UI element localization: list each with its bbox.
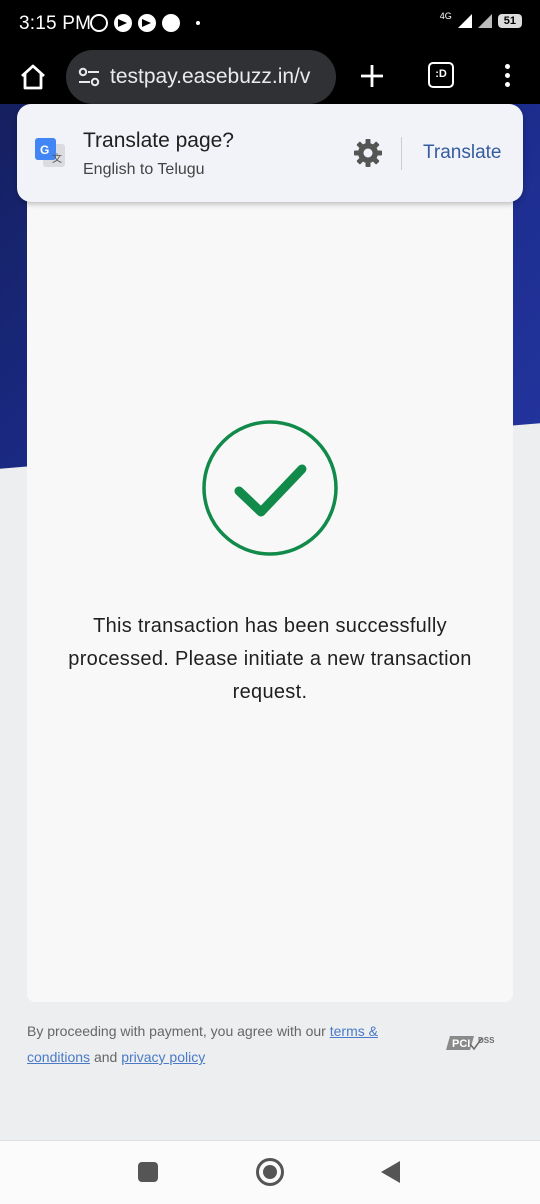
- svg-text:PCI: PCI: [452, 1038, 470, 1050]
- signal-icon-2: [477, 14, 492, 28]
- battery-icon: 51: [497, 14, 522, 28]
- translate-popup: G 文 Translate page? English to Telugu Tr…: [17, 104, 523, 202]
- back-icon[interactable]: [381, 1161, 400, 1183]
- success-message: This transaction has been successfully p…: [68, 615, 472, 703]
- address-bar[interactable]: testpay.easebuzz.in/v: [66, 50, 336, 104]
- status-right: 4G 51: [439, 11, 522, 28]
- google-translate-icon: G 文: [35, 138, 65, 167]
- signal-icon: [457, 14, 472, 28]
- browser-toolbar: testpay.easebuzz.in/v :D: [0, 50, 540, 104]
- url-text: testpay.easebuzz.in/v: [110, 65, 311, 88]
- gear-icon[interactable]: [353, 138, 383, 168]
- network-type: 4G: [439, 11, 452, 21]
- consent-footer: By proceeding with payment, you agree wi…: [27, 1018, 427, 1070]
- svg-text:文: 文: [52, 152, 62, 165]
- system-navigation-bar: [0, 1140, 540, 1204]
- translate-languages[interactable]: English to Telugu: [83, 161, 205, 179]
- success-check-icon: [202, 420, 338, 556]
- telegram-icon: [114, 14, 132, 32]
- pci-dss-logo: PCI DSS: [446, 1036, 495, 1051]
- home-icon[interactable]: [18, 62, 48, 92]
- divider: [401, 137, 402, 170]
- status-bar: 3:15 PM 4G 51: [0, 0, 540, 50]
- tab-switcher-button[interactable]: :D: [428, 62, 454, 88]
- status-time: 3:15 PM: [19, 13, 92, 34]
- alarm-icon: [90, 14, 108, 32]
- svg-text:G: G: [40, 143, 49, 157]
- recent-apps-icon[interactable]: [138, 1162, 158, 1182]
- overflow-menu-icon[interactable]: [500, 64, 514, 90]
- site-settings-icon[interactable]: [78, 67, 100, 87]
- new-tab-icon[interactable]: [358, 62, 386, 90]
- result-card: This transaction has been successfully p…: [27, 170, 513, 1002]
- notification-icons: [90, 14, 200, 32]
- home-button-icon[interactable]: [256, 1158, 284, 1186]
- telegram-icon-2: [138, 14, 156, 32]
- more-notifications-dot-icon: [196, 21, 200, 25]
- and-text: and: [93, 1049, 118, 1065]
- translate-title: Translate page?: [83, 129, 234, 152]
- app-notification-icon: [162, 14, 180, 32]
- translate-button[interactable]: Translate: [423, 142, 502, 164]
- consent-text: By proceeding with payment, you agree wi…: [27, 1023, 326, 1039]
- privacy-policy-link[interactable]: privacy policy: [121, 1049, 205, 1065]
